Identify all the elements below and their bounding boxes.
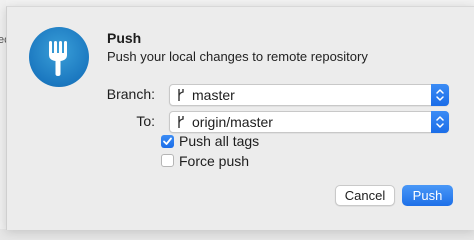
branch-select-stepper[interactable] [431,84,449,106]
chevron-updown-icon [436,116,444,128]
force-push-label[interactable]: Force push [179,153,249,169]
remote-select-stepper[interactable] [431,111,449,133]
dialog-subtitle: Push your local changes to remote reposi… [107,49,368,64]
branch-icon [178,116,184,128]
push-all-tags-checkbox[interactable] [161,135,174,148]
checkmark-icon [163,137,172,145]
push-dialog: Push Push your local changes to remote r… [6,6,474,230]
force-push-checkbox[interactable] [161,154,174,167]
chevron-updown-icon [436,89,444,101]
cancel-button[interactable]: Cancel [335,185,395,206]
remote-select[interactable]: origin/master [169,111,449,133]
fork-icon [29,27,89,87]
push-all-tags-label[interactable]: Push all tags [179,133,259,149]
push-button[interactable]: Push [402,185,453,206]
branch-label: Branch: [106,86,155,102]
branch-icon [178,89,184,101]
remote-value: origin/master [192,114,273,130]
dialog-title: Push [107,30,142,46]
branch-select[interactable]: master [169,84,449,106]
to-label: To: [136,113,155,129]
branch-value: master [192,87,235,103]
